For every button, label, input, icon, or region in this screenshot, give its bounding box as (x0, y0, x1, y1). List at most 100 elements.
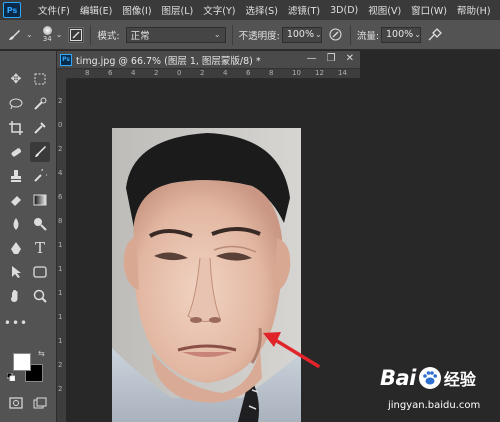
flow-input[interactable]: 100% ⌄ (381, 26, 422, 43)
ruler-tick-label: 4 (58, 169, 63, 177)
menu-bar: Ps 文件(F) 编辑(E) 图像(I) 图层(L) 文字(Y) 选择(S) 滤… (0, 0, 500, 20)
zoom-tool-icon[interactable] (30, 286, 50, 306)
rectangle-tool-icon[interactable] (30, 262, 50, 282)
menu-image[interactable]: 图像(I) (117, 3, 156, 17)
menu-3d[interactable]: 3D(D) (325, 5, 363, 16)
ruler-tick-label: 1 (58, 241, 63, 249)
mode-label: 模式: (97, 30, 120, 42)
screen-mode-icon[interactable] (30, 393, 50, 413)
path-selection-tool-icon[interactable] (6, 262, 26, 282)
tools-panel: ✥ T ••• ⇆ (0, 51, 57, 422)
menu-view[interactable]: 视图(V) (363, 3, 406, 17)
brush-settings-panel-icon[interactable] (68, 26, 85, 43)
eraser-tool-icon[interactable] (6, 190, 26, 210)
window-controls: — ❐ ✕ (307, 53, 354, 64)
divider (231, 24, 233, 45)
photoshop-logo: Ps (3, 2, 21, 18)
divider (90, 24, 92, 45)
type-tool-icon[interactable]: T (30, 238, 50, 258)
ruler-tick-label: 0 (58, 121, 63, 129)
menu-edit[interactable]: 编辑(E) (75, 3, 117, 17)
watermark-url: jingyan.baidu.com (388, 400, 481, 411)
swap-colors-icon[interactable]: ⇆ (38, 349, 45, 358)
document-title: timg.jpg @ 66.7% (图层 1, 图层蒙版/8) * (76, 55, 261, 67)
ruler-tick-label: 6 (58, 193, 63, 201)
ruler-tick-label: 2 (200, 69, 205, 77)
more-tools-icon[interactable]: ••• (4, 313, 27, 333)
watermark-brand-cn: 经验 (443, 370, 476, 389)
ruler-tick-label: 6 (108, 69, 113, 77)
history-brush-tool-icon[interactable] (30, 166, 50, 186)
ruler-tick-label: 6 (246, 69, 251, 77)
brush-size-picker[interactable]: 34 (42, 26, 52, 43)
menu-file[interactable]: 文件(F) (33, 3, 75, 17)
ruler-tick-label: 1 (58, 289, 63, 297)
minimize-button[interactable]: — (307, 53, 317, 64)
menu-select[interactable]: 选择(S) (240, 3, 282, 17)
close-button[interactable]: ✕ (346, 53, 354, 64)
move-tool-icon[interactable]: ✥ (6, 69, 26, 89)
menu-help[interactable]: 帮助(H) (452, 3, 496, 17)
quick-mask-icon[interactable] (6, 393, 26, 413)
ruler-tick-label: 2 (58, 361, 63, 369)
chevron-down-icon[interactable]: ⌄ (56, 30, 63, 39)
menu-type[interactable]: 文字(Y) (198, 3, 240, 17)
gradient-tool-icon[interactable] (30, 190, 50, 210)
ruler-tick-label: 8 (85, 69, 90, 77)
restore-button[interactable]: ❐ (327, 53, 336, 64)
ruler-tick-label: 4 (131, 69, 136, 77)
ruler-tick-label: 1 (58, 337, 63, 345)
blend-mode-select[interactable]: 正常 ⌄ (125, 26, 226, 43)
crop-tool-icon[interactable] (6, 118, 26, 138)
brush-tip-icon (42, 26, 52, 35)
horizontal-ruler[interactable]: 8 6 4 2 0 2 4 6 8 10 12 14 (67, 69, 360, 79)
document-ps-icon: Ps (60, 53, 72, 66)
lasso-tool-icon[interactable] (6, 94, 26, 114)
vertical-ruler[interactable]: 2 0 2 4 6 8 1 1 1 1 1 2 2 (57, 79, 67, 422)
brush-size-value: 34 (42, 35, 52, 43)
ruler-tick-label: 2 (58, 97, 63, 105)
hand-tool-icon[interactable] (6, 286, 26, 306)
clone-stamp-tool-icon[interactable] (6, 166, 26, 186)
watermark-brand: Bai (380, 366, 416, 390)
ruler-tick-label: 12 (315, 69, 324, 77)
document-tab[interactable]: Ps timg.jpg @ 66.7% (图层 1, 图层蒙版/8) * — ❐… (57, 51, 360, 69)
ruler-tick-label: 1 (58, 265, 63, 273)
ruler-corner (57, 69, 67, 79)
paw-icon (418, 367, 441, 389)
blur-tool-icon[interactable] (6, 214, 26, 234)
healing-brush-tool-icon[interactable] (6, 142, 26, 162)
chevron-down-icon: ⌄ (314, 30, 322, 39)
portrait-photo (112, 128, 301, 422)
ruler-tick-label: 2 (154, 69, 159, 77)
ruler-tick-label: 2 (58, 145, 63, 153)
menu-layer[interactable]: 图层(L) (157, 3, 199, 17)
blend-mode-value: 正常 (130, 30, 150, 42)
menu-window[interactable]: 窗口(W) (406, 3, 452, 17)
canvas-image[interactable] (112, 128, 301, 422)
default-colors-icon[interactable] (6, 372, 16, 382)
divider (349, 24, 351, 45)
dodge-tool-icon[interactable] (30, 214, 50, 234)
foreground-color-swatch[interactable] (13, 353, 31, 371)
eyedropper-tool-icon[interactable] (30, 118, 50, 138)
chevron-down-icon[interactable]: ⌄ (26, 30, 33, 39)
brush-tool-icon[interactable] (30, 142, 50, 162)
quick-selection-tool-icon[interactable] (30, 94, 50, 114)
options-bar: ⌄ 34 ⌄ 模式: 正常 ⌄ 不透明度: 100% ⌄ 流量: 100% ⌄ (0, 20, 500, 50)
ruler-tick-label: 2 (58, 385, 63, 393)
ruler-tick-label: 1 (58, 313, 63, 321)
pen-tool-icon[interactable] (6, 238, 26, 258)
ruler-tick-label: 8 (269, 69, 274, 77)
ruler-tick-label: 10 (292, 69, 301, 77)
brush-tool-preset-icon[interactable] (6, 27, 22, 43)
ruler-tick-label: 8 (58, 217, 63, 225)
chevron-down-icon: ⌄ (213, 30, 221, 39)
menu-filter[interactable]: 滤镜(T) (283, 3, 325, 17)
chevron-down-icon: ⌄ (414, 30, 421, 39)
marquee-tool-icon[interactable] (30, 69, 50, 89)
airbrush-icon[interactable] (427, 27, 443, 43)
opacity-label: 不透明度: (238, 30, 280, 42)
opacity-input[interactable]: 100% ⌄ (281, 26, 322, 43)
pressure-opacity-icon[interactable] (328, 27, 344, 43)
